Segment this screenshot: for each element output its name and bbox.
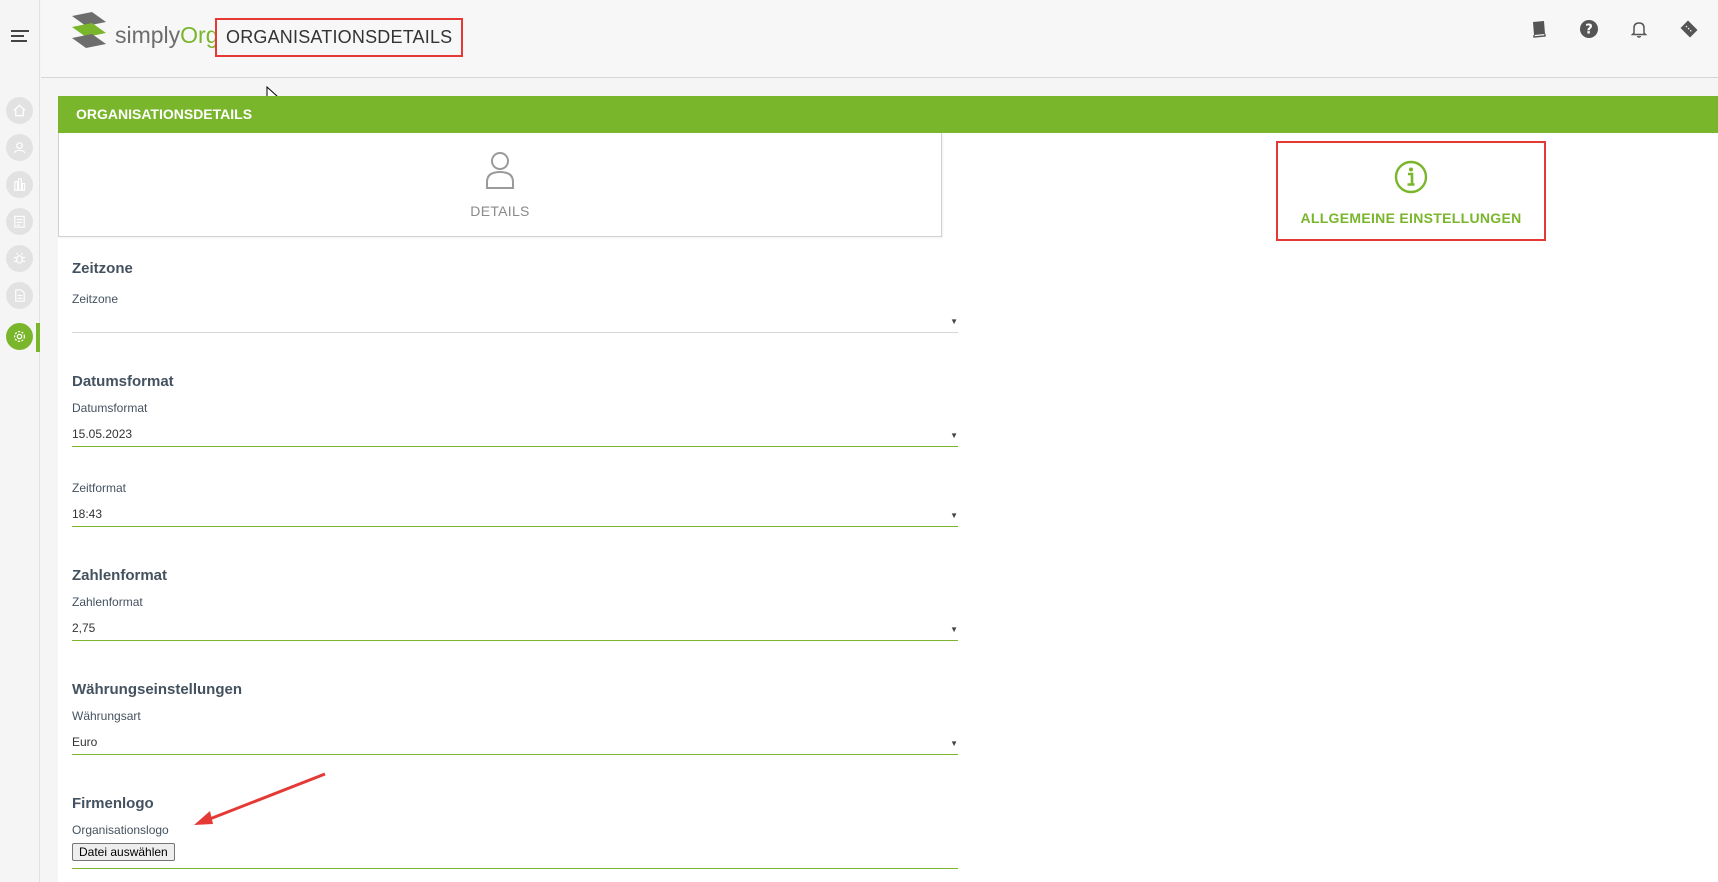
waehrungsart-select[interactable]: Euro ▼ bbox=[72, 731, 958, 755]
label-organisationslogo: Organisationslogo bbox=[72, 823, 169, 837]
datumsformat-select[interactable]: 15.05.2023 ▼ bbox=[72, 423, 958, 447]
buildings-icon[interactable] bbox=[6, 171, 33, 198]
section-zeitzone: Zeitzone bbox=[72, 260, 133, 277]
section-waehrung: Währungseinstellungen bbox=[72, 681, 243, 698]
chevron-down-icon: ▼ bbox=[950, 625, 958, 634]
tab-details-label: DETAILS bbox=[470, 203, 530, 219]
info-icon bbox=[1394, 157, 1428, 202]
label-zahlenformat: Zahlenformat bbox=[72, 595, 143, 609]
page-title: ORGANISATIONSDETAILS bbox=[215, 18, 464, 57]
logo-org: Org bbox=[180, 22, 219, 48]
file-upload-button[interactable]: Datei auswählen bbox=[72, 843, 175, 861]
chevron-down-icon: ▼ bbox=[950, 431, 958, 440]
section-firmenlogo: Firmenlogo bbox=[72, 795, 154, 812]
users-icon[interactable] bbox=[6, 134, 33, 161]
bug-icon[interactable] bbox=[6, 245, 33, 272]
settings-icon[interactable] bbox=[6, 323, 33, 350]
tab-bar: DETAILS ALLGEMEINE EINSTELLUNGEN bbox=[58, 133, 1718, 241]
zeitformat-value: 18:43 bbox=[72, 507, 103, 521]
tab-allgemeine-einstellungen[interactable]: ALLGEMEINE EINSTELLUNGEN bbox=[1276, 141, 1546, 241]
label-waehrungsart: Währungsart bbox=[72, 709, 141, 723]
zahlenformat-select[interactable]: 2,75 ▼ bbox=[72, 617, 958, 641]
chevron-down-icon: ▼ bbox=[950, 511, 958, 520]
menu-icon[interactable] bbox=[11, 30, 29, 43]
tab-allgemeine-label: ALLGEMEINE EINSTELLUNGEN bbox=[1300, 209, 1522, 226]
tasks-icon[interactable] bbox=[6, 208, 33, 235]
section-datumsformat: Datumsformat bbox=[72, 373, 174, 390]
ticket-icon[interactable] bbox=[1678, 18, 1700, 40]
chevron-down-icon: ▼ bbox=[950, 739, 958, 748]
tab-details[interactable]: DETAILS bbox=[58, 133, 942, 237]
waehrungsart-value: Euro bbox=[72, 735, 98, 749]
main-panel: ORGANISATIONSDETAILS DETAILS ALLGEMEINE … bbox=[58, 96, 1718, 882]
user-icon bbox=[483, 150, 517, 195]
top-header: simplyOrg ORGANISATIONSDETAILS ? bbox=[41, 0, 1718, 78]
logo-field-underline bbox=[72, 868, 958, 869]
sidebar bbox=[0, 0, 40, 882]
zeitformat-select[interactable]: 18:43 ▼ bbox=[72, 503, 958, 527]
bell-icon[interactable] bbox=[1628, 18, 1650, 40]
book-icon[interactable] bbox=[1528, 18, 1550, 40]
chevron-down-icon: ▼ bbox=[950, 317, 958, 326]
label-zeitzone: Zeitzone bbox=[72, 292, 119, 306]
document-icon[interactable] bbox=[6, 282, 33, 309]
active-indicator bbox=[36, 323, 40, 352]
logo[interactable]: simplyOrg bbox=[66, 12, 219, 52]
logo-text: simplyOrg bbox=[115, 22, 219, 49]
help-icon[interactable]: ? bbox=[1578, 18, 1600, 40]
datumsformat-value: 15.05.2023 bbox=[72, 427, 133, 441]
annotation-arrow-icon bbox=[194, 772, 326, 825]
home-icon[interactable] bbox=[6, 97, 33, 124]
label-zeitformat: Zeitformat bbox=[72, 481, 127, 495]
zahlenformat-value: 2,75 bbox=[72, 621, 96, 635]
label-datumsformat: Datumsformat bbox=[72, 401, 148, 415]
panel-title: ORGANISATIONSDETAILS bbox=[58, 96, 1718, 133]
section-zahlenformat: Zahlenformat bbox=[72, 567, 168, 584]
svg-text:?: ? bbox=[1585, 23, 1593, 38]
zeitzone-select[interactable]: ▼ bbox=[72, 309, 958, 333]
logo-icon bbox=[72, 12, 106, 48]
logo-simply: simply bbox=[115, 22, 181, 48]
